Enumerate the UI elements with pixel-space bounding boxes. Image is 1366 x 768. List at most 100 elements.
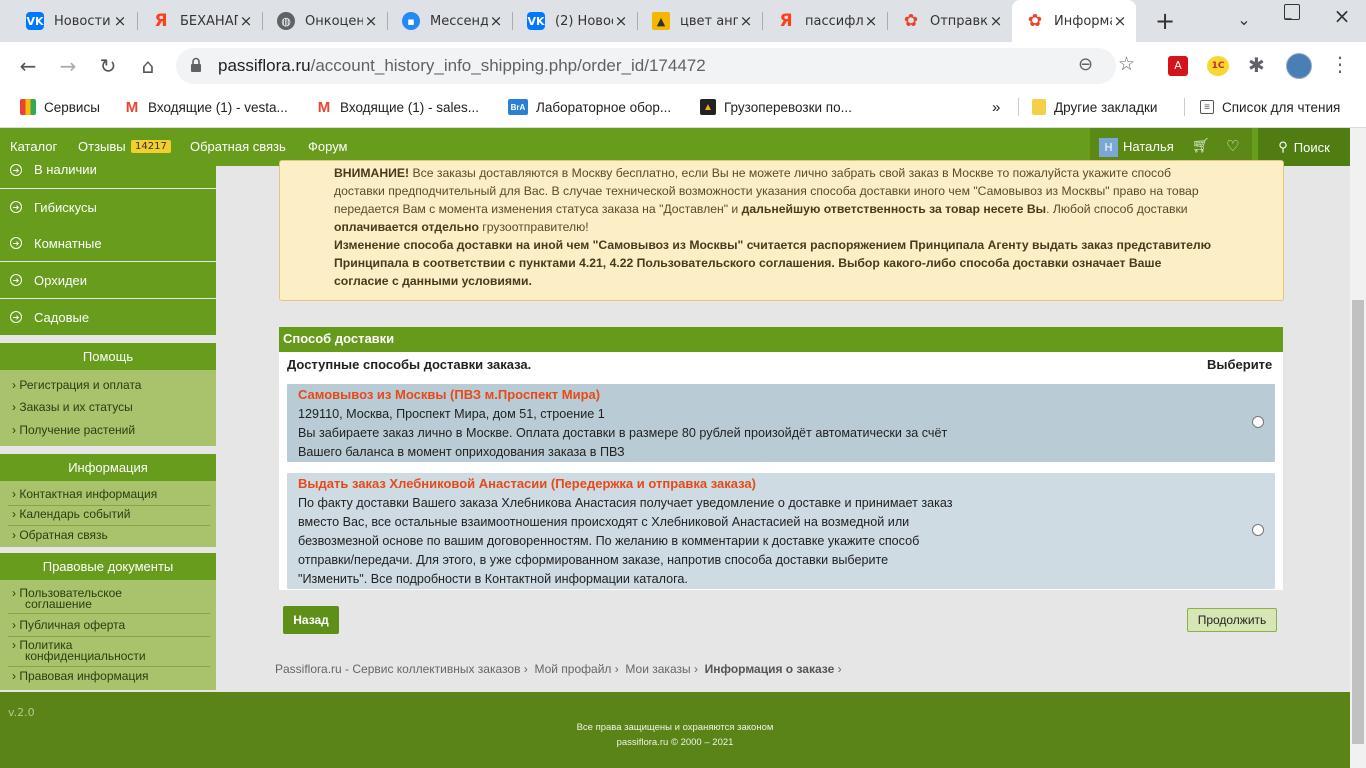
info-link[interactable]: Календарь событий (12, 508, 130, 520)
scrollbar-thumb[interactable] (1352, 300, 1364, 744)
close-tab-icon[interactable]: × (988, 12, 1004, 30)
home-icon[interactable]: ⌂ (136, 54, 160, 78)
close-tab-icon[interactable]: × (238, 12, 254, 30)
bookmark-cargo[interactable]: ▲ Грузоперевозки по... (700, 96, 852, 118)
reload-icon[interactable]: ↻ (96, 54, 120, 78)
pdf-extension-icon[interactable]: A (1168, 56, 1188, 76)
tab-search-icon[interactable]: ⌄ (1232, 10, 1256, 29)
help-link[interactable]: Регистрация и оплата (12, 379, 141, 391)
tab-title: Мессенджер (430, 13, 488, 29)
close-tab-icon[interactable]: × (863, 12, 879, 30)
apps-grid-icon (20, 99, 36, 115)
legal-link[interactable]: Политикаконфиденциальности (12, 639, 146, 663)
back-button[interactable]: Назад (283, 606, 339, 634)
breadcrumb-link[interactable]: Мой профайл (534, 662, 611, 676)
category-hibiscus[interactable]: ➔ Гибискусы (0, 189, 216, 225)
star-bookmark-icon[interactable]: ☆ (1118, 53, 1135, 75)
close-tab-icon[interactable]: × (488, 12, 504, 30)
user-avatar[interactable]: Н (1099, 138, 1118, 157)
bookmark-gmail-vesta[interactable]: M Входящие (1) - vesta... (124, 96, 288, 118)
help-link[interactable]: Заказы и их статусы (12, 401, 132, 413)
browser-tab[interactable]: ✿ Отправка × (888, 0, 1012, 42)
bookmark-lab[interactable]: BrA Лабораторное обор... (508, 96, 671, 118)
nav-reviews[interactable]: Отзывы (78, 139, 126, 154)
category-garden[interactable]: ➔ Садовые (0, 299, 216, 335)
browser-tab[interactable]: Я пассифлора × (763, 0, 887, 42)
reading-list[interactable]: ≡ Список для чтения (1200, 96, 1340, 118)
shipping-option-desc: Вы забираете заказ лично в Москве. Оплат… (298, 426, 948, 440)
browser-tab[interactable]: ◍ Онкоцентр × (263, 0, 387, 42)
tab-title: Информация (1054, 13, 1112, 29)
shipping-option-title: Выдать заказ Хлебниковой Анастасии (Пере… (298, 476, 756, 491)
bookmark-label: Входящие (1) - sales... (340, 99, 480, 115)
legal-link[interactable]: Публичная оферта (12, 619, 125, 631)
flower-icon: ✿ (1027, 11, 1043, 31)
close-tab-icon[interactable]: × (738, 12, 754, 30)
bra-icon: BrA (508, 99, 528, 115)
close-tab-icon[interactable]: × (112, 12, 128, 30)
legal-section-title: Правовые документы (0, 553, 216, 580)
lock-icon[interactable] (190, 57, 202, 72)
shipping-radio-proxy[interactable] (1252, 524, 1264, 536)
info-link[interactable]: Обратная связь (12, 529, 107, 541)
bookmark-label: Лабораторное обор... (536, 99, 672, 115)
version-label: v.2.0 (8, 706, 35, 719)
more-bookmarks-button[interactable]: » (992, 96, 1000, 118)
category-label: Гибискусы (34, 199, 97, 215)
shipping-radio-pickup[interactable] (1252, 416, 1264, 428)
close-tab-icon[interactable]: × (1112, 12, 1128, 30)
bookmark-label: Список для чтения (1222, 99, 1341, 115)
folder-icon (1032, 99, 1046, 115)
category-orchids[interactable]: ➔ Орхидеи (0, 262, 216, 298)
browser-tab[interactable]: ▪ Мессенджер × (388, 0, 512, 42)
legal-link[interactable]: Пользовательскоесоглашение (12, 587, 122, 611)
breadcrumb-link[interactable]: Мои заказы (625, 662, 690, 676)
gmail-icon: M (125, 98, 139, 116)
warning-bold-line: Принципала в соответствии с пунктами 4.2… (334, 256, 1162, 270)
browser-tab-active[interactable]: ✿ Информация × (1012, 0, 1136, 42)
forward-arrow-icon[interactable]: → (56, 54, 80, 78)
breadcrumb-current: Информация о заказе (704, 662, 835, 676)
close-tab-icon[interactable]: × (363, 12, 379, 30)
category-label: В наличии (34, 162, 97, 177)
other-bookmarks-folder[interactable]: Другие закладки (1032, 96, 1157, 118)
legal-link[interactable]: Правовая информация (12, 670, 148, 682)
help-link[interactable]: Получение растений (12, 424, 135, 436)
browser-tab[interactable]: VK Новости × (12, 0, 136, 42)
warning-emphasis: оплачивается отдельно (334, 220, 479, 234)
bookmark-services[interactable]: Сервисы (20, 96, 100, 118)
category-indoor[interactable]: ➔ Комнатные (0, 225, 216, 261)
restore-icon[interactable] (1284, 4, 1300, 20)
tab-title: (2) Новости (555, 13, 613, 29)
browser-tab[interactable]: VK (2) Новости × (513, 0, 637, 42)
browser-tab[interactable]: Я БЕХАНАГ × (138, 0, 262, 42)
extensions-puzzle-icon[interactable]: ✱ (1248, 53, 1265, 77)
new-tab-icon[interactable]: + (1152, 8, 1178, 34)
warning-line: оплачивается отдельно грузоотправителю! (334, 218, 589, 236)
reviews-count-badge: 14217 (131, 140, 171, 153)
info-link[interactable]: Контактная информация (12, 488, 157, 500)
nav-forum[interactable]: Форум (308, 139, 348, 154)
back-arrow-icon[interactable]: ← (16, 54, 40, 78)
zoom-icon[interactable]: ⊖ (1078, 54, 1093, 75)
legal-link-text: соглашение (25, 597, 92, 611)
heart-icon[interactable]: ♡ (1226, 137, 1239, 155)
arrow-circle-icon: ➔ (10, 201, 22, 213)
nav-catalog[interactable]: Каталог (10, 139, 57, 154)
category-label: Садовые (34, 309, 90, 325)
continue-button[interactable]: Продолжить (1187, 608, 1277, 632)
browser-tab[interactable]: ▲ цвет ангела × (638, 0, 762, 42)
close-tab-icon[interactable]: × (613, 12, 629, 30)
close-window-icon[interactable]: × (1330, 4, 1354, 28)
menu-kebab-icon[interactable]: ⋮ (1330, 52, 1350, 76)
avatar[interactable] (1286, 53, 1312, 79)
cart-icon[interactable]: 🛒︎ (1192, 138, 1210, 154)
1c-extension-icon[interactable]: 1С (1207, 56, 1229, 76)
nav-feedback[interactable]: Обратная связь (190, 139, 286, 154)
user-name[interactable]: Наталья (1123, 139, 1174, 154)
shipping-section-title: Способ доставки (279, 327, 1283, 352)
bookmark-gmail-sales[interactable]: M Входящие (1) - sales... (316, 96, 479, 118)
legal-link-text: конфиденциальности (25, 649, 146, 663)
breadcrumb-link[interactable]: Passiflora.ru - Сервис коллективных зака… (275, 662, 520, 676)
category-in-stock[interactable]: ➔ В наличии (0, 162, 216, 188)
